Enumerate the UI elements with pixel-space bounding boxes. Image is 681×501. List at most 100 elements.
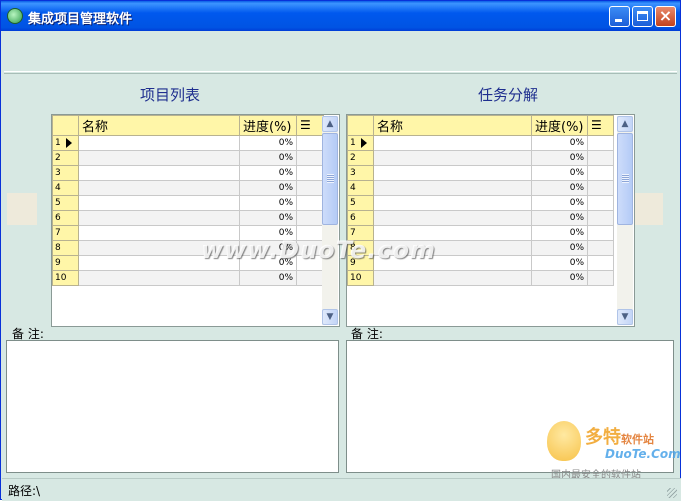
cell-progress[interactable]: 0% [531, 240, 588, 256]
scroll-up-button[interactable]: ▲ [322, 116, 338, 132]
cell-progress[interactable]: 0% [531, 165, 588, 181]
cell-name[interactable] [373, 195, 532, 211]
left-side-tab[interactable] [7, 193, 37, 225]
table-row[interactable]: 4 0% [52, 180, 324, 196]
cell-extra[interactable] [587, 240, 614, 256]
table-row[interactable]: 4 0% [347, 180, 614, 196]
table-row[interactable]: 10 0% [347, 270, 614, 286]
row-number[interactable]: 2 [52, 150, 79, 166]
row-number[interactable]: 1 [347, 135, 374, 151]
cell-progress[interactable]: 0% [239, 165, 297, 181]
table-row[interactable]: 3 0% [347, 165, 614, 181]
column-header-name[interactable]: 名称 [373, 115, 532, 136]
cell-progress[interactable]: 0% [531, 210, 588, 226]
cell-name[interactable] [373, 180, 532, 196]
cell-progress[interactable]: 0% [531, 150, 588, 166]
scroll-down-button[interactable]: ▼ [617, 309, 633, 325]
cell-name[interactable] [78, 195, 240, 211]
table-row[interactable]: 2 0% [347, 150, 614, 166]
cell-progress[interactable]: 0% [239, 150, 297, 166]
cell-name[interactable] [78, 210, 240, 226]
row-number[interactable]: 3 [52, 165, 79, 181]
cell-name[interactable] [78, 180, 240, 196]
cell-progress[interactable]: 0% [239, 270, 297, 286]
cell-name[interactable] [78, 165, 240, 181]
cell-extra[interactable] [296, 135, 324, 151]
cell-progress[interactable]: 0% [239, 135, 297, 151]
cell-extra[interactable] [587, 210, 614, 226]
table-row[interactable]: 6 0% [52, 210, 324, 226]
cell-progress[interactable]: 0% [531, 180, 588, 196]
cell-extra[interactable] [587, 165, 614, 181]
cell-name[interactable] [373, 165, 532, 181]
scroll-up-button[interactable]: ▲ [617, 116, 633, 132]
close-button[interactable]: × [655, 6, 676, 27]
cell-extra[interactable] [587, 150, 614, 166]
column-header-progress[interactable]: 进度(%) [531, 115, 588, 136]
table-row[interactable]: 3 0% [52, 165, 324, 181]
table-row[interactable]: 1 0% [52, 135, 324, 151]
cell-extra[interactable] [587, 270, 614, 286]
cell-extra[interactable] [587, 180, 614, 196]
cell-extra[interactable] [296, 270, 324, 286]
project-notes-textarea[interactable] [6, 340, 339, 473]
cell-progress[interactable]: 0% [531, 255, 588, 271]
cell-name[interactable] [373, 150, 532, 166]
row-number[interactable]: 4 [347, 180, 374, 196]
maximize-button[interactable] [632, 6, 653, 27]
scroll-thumb[interactable] [322, 133, 338, 225]
column-chooser-button[interactable]: ☰ [587, 115, 614, 136]
cell-progress[interactable]: 0% [531, 225, 588, 241]
row-number[interactable]: 6 [347, 210, 374, 226]
cell-extra[interactable] [587, 225, 614, 241]
column-header-progress[interactable]: 进度(%) [239, 115, 297, 136]
column-chooser-button[interactable]: ☰ [296, 115, 324, 136]
row-number[interactable]: 7 [52, 225, 79, 241]
cell-extra[interactable] [296, 180, 324, 196]
cell-extra[interactable] [296, 195, 324, 211]
cell-extra[interactable] [587, 195, 614, 211]
row-number[interactable]: 10 [52, 270, 79, 286]
cell-name[interactable] [373, 270, 532, 286]
table-row[interactable]: 5 0% [347, 195, 614, 211]
table-row[interactable]: 6 0% [347, 210, 614, 226]
title-bar[interactable]: 集成项目管理软件 × [1, 1, 680, 31]
right-side-tab[interactable] [633, 193, 663, 225]
scroll-down-button[interactable]: ▼ [322, 309, 338, 325]
task-breakdown-scrollbar[interactable]: ▲ ▼ [617, 116, 633, 325]
row-number[interactable]: 5 [52, 195, 79, 211]
scroll-thumb[interactable] [617, 133, 633, 225]
row-number[interactable]: 8 [52, 240, 79, 256]
cell-progress[interactable]: 0% [531, 270, 588, 286]
cell-progress[interactable]: 0% [531, 135, 588, 151]
project-list-scrollbar[interactable]: ▲ ▼ [322, 116, 338, 325]
table-row[interactable]: 1 0% [347, 135, 614, 151]
cell-extra[interactable] [587, 255, 614, 271]
column-header-name[interactable]: 名称 [78, 115, 240, 136]
row-number[interactable]: 9 [52, 255, 79, 271]
minimize-button[interactable] [609, 6, 630, 27]
cell-extra[interactable] [296, 150, 324, 166]
row-number[interactable]: 10 [347, 270, 374, 286]
table-row[interactable]: 10 0% [52, 270, 324, 286]
cell-extra[interactable] [587, 135, 614, 151]
project-list-grid[interactable]: 名称 进度(%) ☰ 1 0% 2 0% 3 0% 4 0% 5 0% 6 0% 7 0% 8 0% 9 0% 10… [51, 114, 340, 327]
row-number[interactable]: 3 [347, 165, 374, 181]
cell-extra[interactable] [296, 165, 324, 181]
row-number[interactable]: 5 [347, 195, 374, 211]
table-row[interactable]: 5 0% [52, 195, 324, 211]
row-number[interactable]: 6 [52, 210, 79, 226]
row-number[interactable]: 4 [52, 180, 79, 196]
cell-name[interactable] [78, 270, 240, 286]
row-number[interactable]: 2 [347, 150, 374, 166]
table-row[interactable]: 2 0% [52, 150, 324, 166]
cell-name[interactable] [78, 150, 240, 166]
cell-name[interactable] [373, 135, 532, 151]
row-number[interactable]: 1 [52, 135, 79, 151]
resize-grip-icon[interactable] [667, 488, 677, 498]
cell-progress[interactable]: 0% [239, 195, 297, 211]
cell-progress[interactable]: 0% [239, 210, 297, 226]
cell-name[interactable] [78, 135, 240, 151]
cell-progress[interactable]: 0% [531, 195, 588, 211]
cell-name[interactable] [373, 210, 532, 226]
